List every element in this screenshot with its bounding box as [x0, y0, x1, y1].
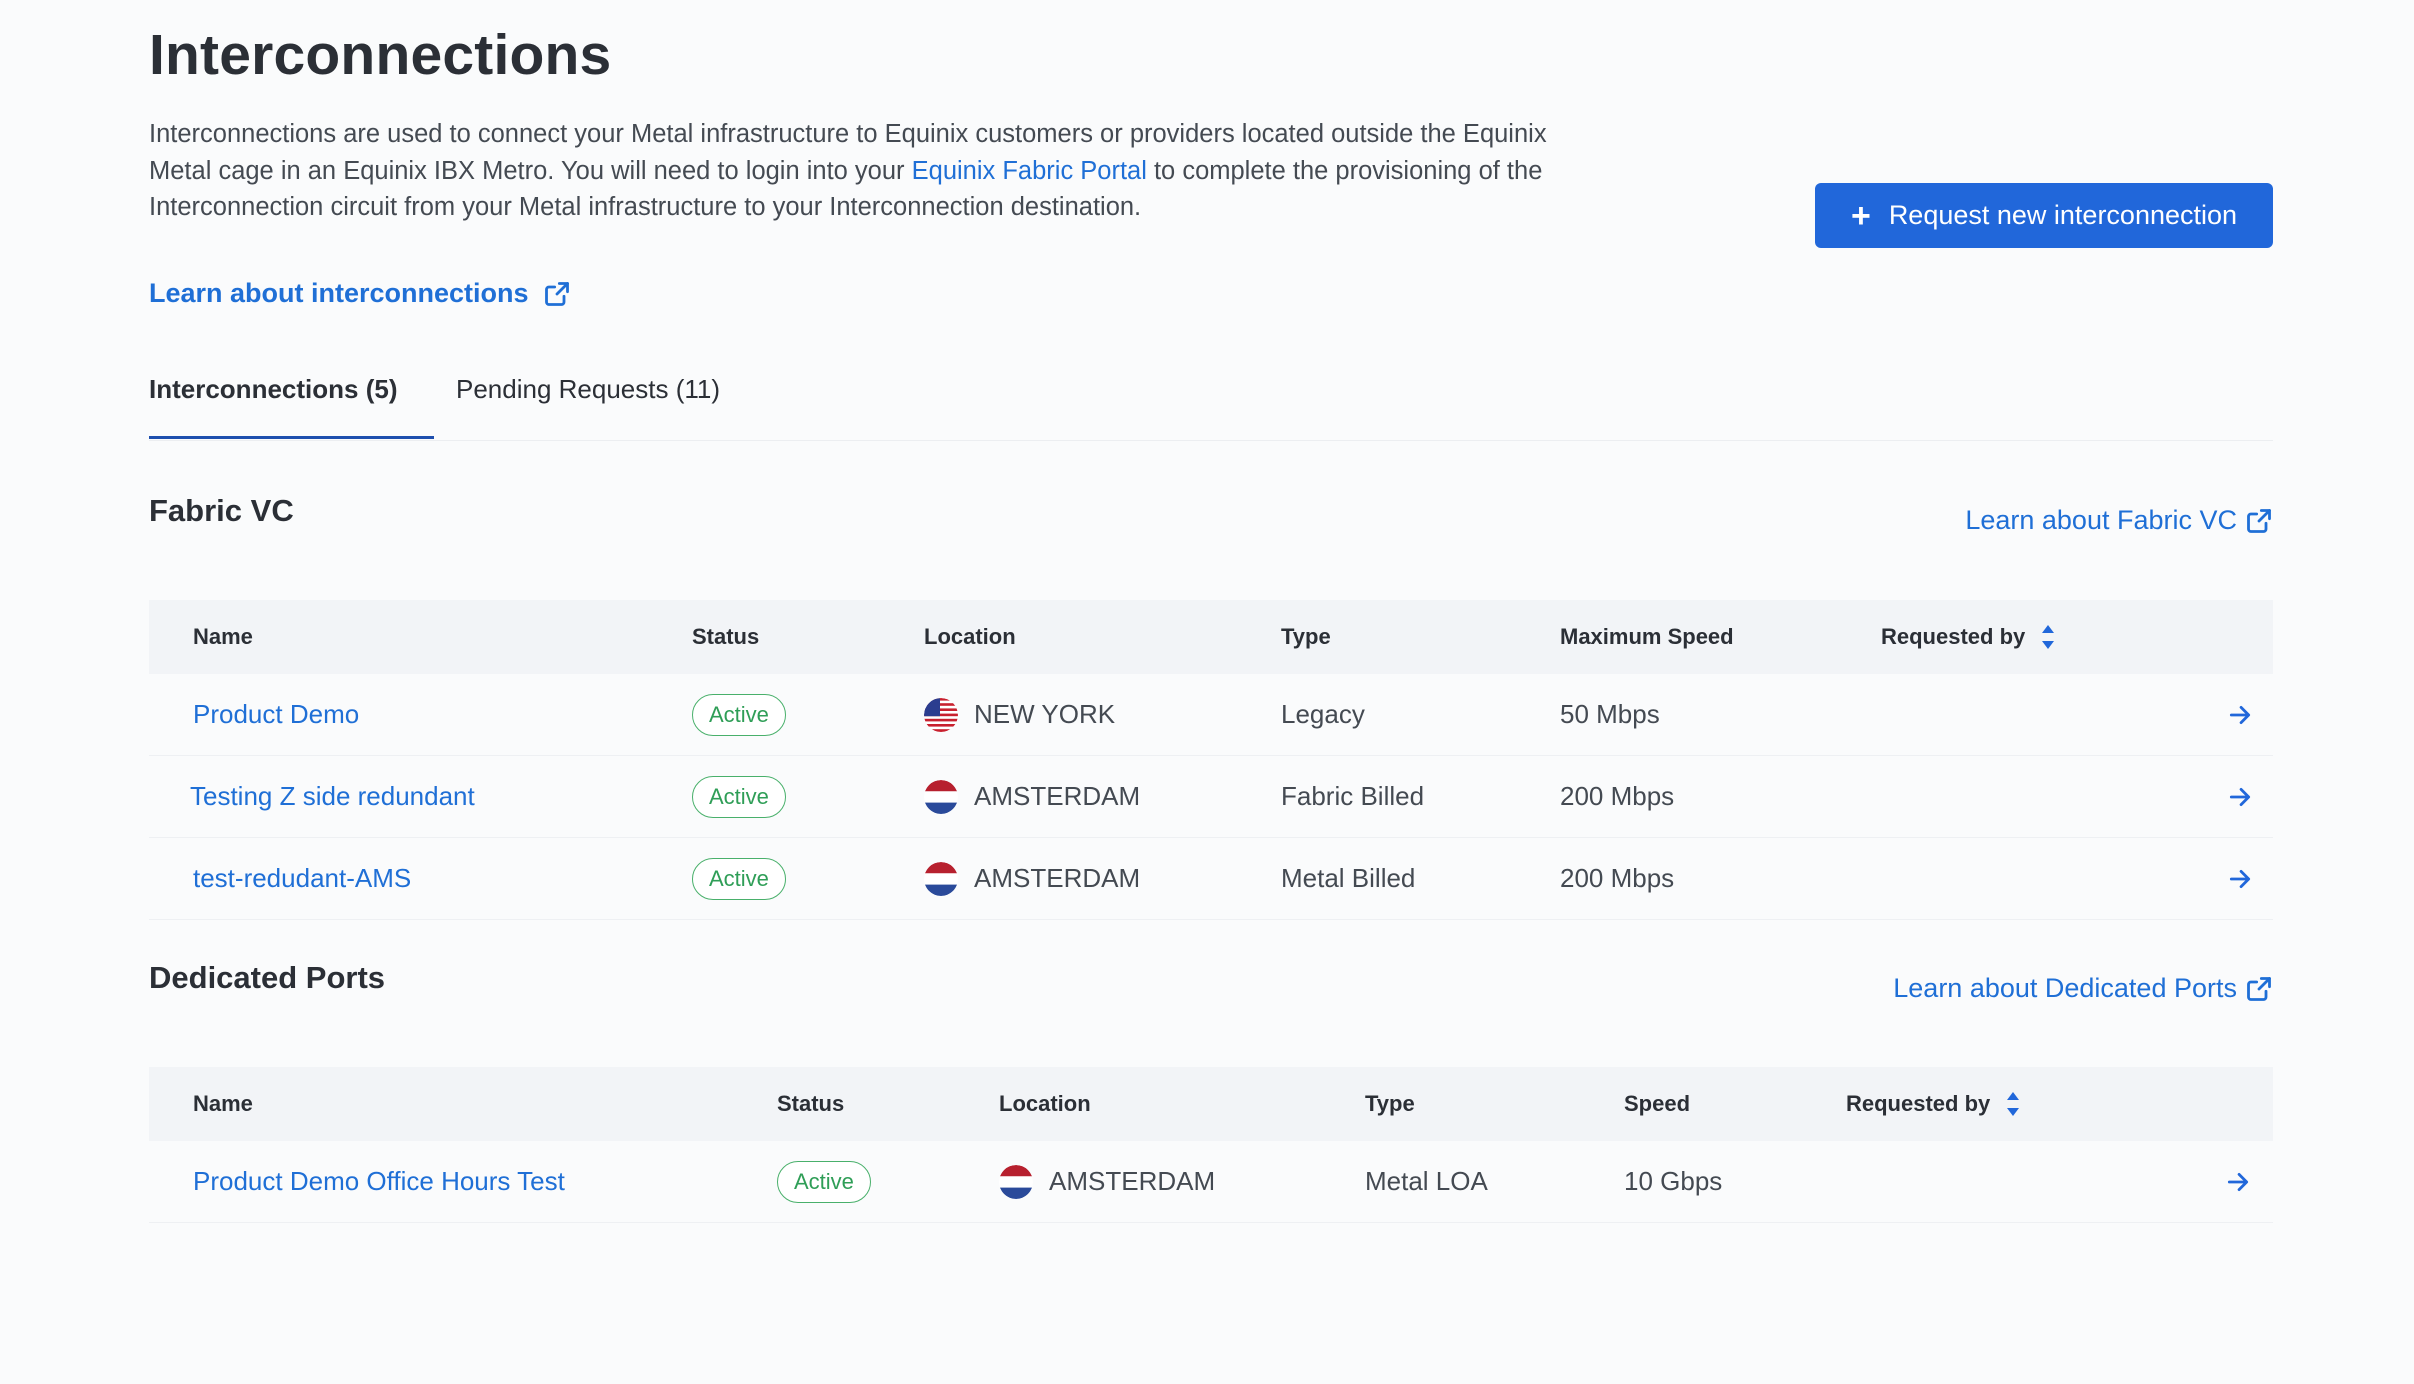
speed-cell: 50 Mbps: [1560, 699, 1660, 729]
row-details-arrow-icon[interactable]: [2225, 1141, 2251, 1222]
status-badge: Active: [692, 775, 786, 818]
location-text: NEW YORK: [974, 699, 1116, 729]
nl-flag-icon: [924, 779, 958, 814]
speed-cell: 200 Mbps: [1560, 863, 1675, 893]
tab-interconnections[interactable]: Interconnections (5): [149, 374, 397, 405]
page-description: Interconnections are used to connect you…: [149, 120, 1547, 221]
location-text: AMSTERDAM: [1049, 1166, 1216, 1196]
sort-icon[interactable]: [2041, 624, 2055, 650]
table-header: Name Status Location Type Speed Requeste…: [149, 1067, 2273, 1141]
status-badge: Active: [692, 857, 786, 900]
row-details-arrow-icon[interactable]: [2227, 674, 2253, 755]
plus-icon: +: [1850, 196, 1871, 235]
learn-interconnections-link[interactable]: Learn about interconnections: [149, 278, 571, 309]
dedicated-ports-title: Dedicated Ports: [149, 960, 386, 995]
sort-icon[interactable]: [2006, 1091, 2020, 1117]
type-cell: Legacy: [1281, 699, 1365, 729]
page-title: Interconnections: [149, 23, 612, 87]
table-header: Name Status Location Type Maximum Speed …: [149, 600, 2273, 674]
learn-fabric-vc-link[interactable]: Learn about Fabric VC: [1965, 505, 2273, 536]
table-row[interactable]: test-redudant-AMS Active AMSTERDAM Metal…: [149, 838, 2273, 920]
column-type[interactable]: Type: [1281, 600, 1331, 674]
status-badge: Active: [692, 693, 786, 736]
table-row[interactable]: Testing Z side redundant Active AMSTERDA…: [149, 756, 2273, 838]
external-link-icon: [2247, 508, 2271, 533]
tab-pending-requests[interactable]: Pending Requests (11): [456, 374, 720, 405]
type-cell: Fabric Billed: [1281, 781, 1425, 811]
learn-dedicated-ports-link[interactable]: Learn about Dedicated Ports: [1893, 973, 2273, 1004]
active-tab-indicator: [149, 436, 434, 439]
speed-cell: 10 Gbps: [1624, 1166, 1723, 1196]
external-link-icon: [544, 281, 569, 306]
table-row[interactable]: Product Demo Office Hours Test Active AM…: [149, 1141, 2273, 1223]
speed-cell: 200 Mbps: [1560, 781, 1675, 811]
tab-bar: Interconnections (5) Pending Requests (1…: [149, 360, 2273, 441]
type-cell: Metal LOA: [1365, 1166, 1488, 1196]
nl-flag-icon: [924, 861, 958, 896]
column-location[interactable]: Location: [924, 600, 1016, 674]
row-details-arrow-icon[interactable]: [2227, 838, 2253, 919]
fabric-vc-table: Name Status Location Type Maximum Speed …: [149, 600, 2273, 920]
type-cell: Metal Billed: [1281, 863, 1416, 893]
column-type[interactable]: Type: [1365, 1067, 1415, 1141]
interconnection-name-link[interactable]: test-redudant-AMS: [193, 863, 411, 894]
location-text: AMSTERDAM: [974, 781, 1141, 811]
interconnection-name-link[interactable]: Product Demo: [193, 699, 359, 730]
location-text: AMSTERDAM: [974, 863, 1141, 893]
request-new-interconnection-button[interactable]: + Request new interconnection: [1815, 183, 2273, 248]
interconnection-name-link[interactable]: Testing Z side redundant: [190, 781, 475, 812]
column-status[interactable]: Status: [777, 1067, 844, 1141]
us-flag-icon: [924, 697, 958, 732]
fabric-vc-title: Fabric VC: [149, 493, 294, 528]
dedicated-port-name-link[interactable]: Product Demo Office Hours Test: [193, 1166, 565, 1197]
column-location[interactable]: Location: [999, 1067, 1091, 1141]
dedicated-ports-table: Name Status Location Type Speed Requeste…: [149, 1067, 2273, 1223]
column-requested-by[interactable]: Requested by: [1881, 600, 2055, 674]
status-badge: Active: [777, 1160, 871, 1203]
column-status[interactable]: Status: [692, 600, 759, 674]
column-name[interactable]: Name: [193, 1067, 253, 1141]
column-maximum-speed[interactable]: Maximum Speed: [1560, 600, 1734, 674]
row-details-arrow-icon[interactable]: [2227, 756, 2253, 837]
column-requested-by[interactable]: Requested by: [1846, 1067, 2020, 1141]
nl-flag-icon: [999, 1164, 1033, 1199]
table-row[interactable]: Product Demo Active NEW YORK Legacy 50 M…: [149, 674, 2273, 756]
equinix-fabric-portal-link[interactable]: Equinix Fabric Portal: [912, 157, 1147, 185]
column-name[interactable]: Name: [193, 600, 253, 674]
external-link-icon: [2247, 976, 2271, 1001]
column-speed[interactable]: Speed: [1624, 1067, 1690, 1141]
